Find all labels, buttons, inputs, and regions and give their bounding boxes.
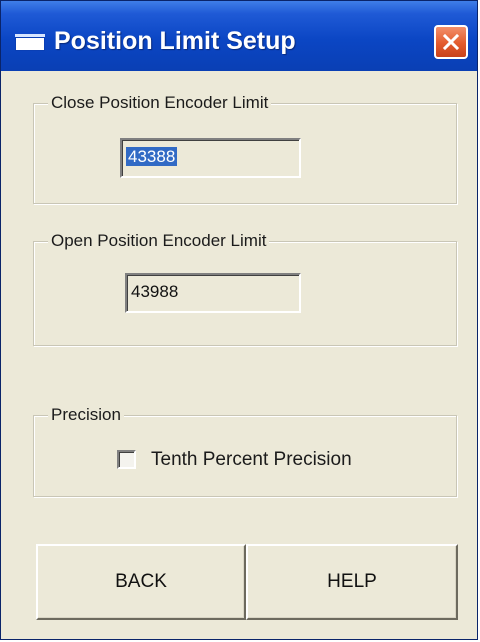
close-position-legend: Close Position Encoder Limit: [48, 93, 272, 113]
title-bar[interactable]: Position Limit Setup: [1, 1, 477, 71]
back-button-label: BACK: [115, 571, 167, 592]
close-button[interactable]: [434, 25, 468, 59]
tenth-percent-checkbox[interactable]: [117, 450, 136, 469]
close-icon: [442, 33, 460, 51]
help-button[interactable]: HELP: [246, 544, 458, 620]
open-position-legend: Open Position Encoder Limit: [48, 231, 270, 251]
close-position-input[interactable]: 43388: [120, 138, 301, 178]
dialog-window: Position Limit Setup Close Position Enco…: [0, 0, 478, 640]
open-position-input[interactable]: 43988: [125, 273, 301, 313]
precision-legend: Precision: [48, 405, 124, 425]
help-button-label: HELP: [327, 571, 377, 592]
window-title: Position Limit Setup: [54, 27, 296, 55]
tenth-percent-label[interactable]: Tenth Percent Precision: [151, 449, 352, 471]
back-button[interactable]: BACK: [36, 544, 246, 620]
close-position-value: 43388: [126, 147, 178, 166]
window-icon: [15, 34, 45, 51]
open-position-value: 43988: [131, 282, 179, 301]
